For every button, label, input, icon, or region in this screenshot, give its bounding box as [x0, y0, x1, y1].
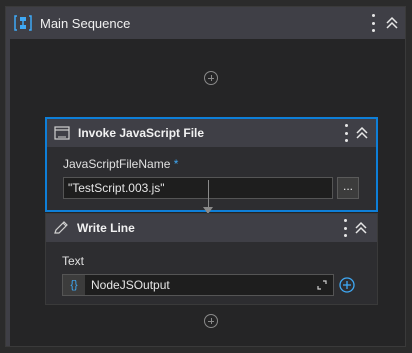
add-activity-top-icon[interactable]: [204, 71, 218, 85]
pencil-icon: [54, 221, 68, 234]
javascript-filename-label-text: JavaScriptFileName: [63, 157, 171, 171]
expand-icon[interactable]: [317, 280, 327, 290]
write-more-menu-icon[interactable]: [338, 219, 352, 237]
write-collapse-icon[interactable]: [354, 221, 368, 235]
collapse-icon[interactable]: [385, 16, 399, 30]
sequence-more-menu-icon[interactable]: [366, 14, 380, 32]
main-sequence-container: Main Sequence Invoke JavaScript File Jav…: [5, 6, 406, 347]
write-activity-title: Write Line: [77, 221, 135, 235]
text-field-label: Text: [62, 254, 85, 268]
sequence-icon: [14, 15, 32, 31]
text-input-value: NodeJSOutput: [91, 278, 170, 292]
sequence-header[interactable]: Main Sequence: [6, 7, 405, 39]
javascript-filename-input[interactable]: "TestScript.003.js": [63, 177, 333, 199]
write-line-activity[interactable]: Write Line Text {} NodeJSOutput: [45, 213, 378, 305]
sequence-title: Main Sequence: [40, 15, 131, 31]
browse-button[interactable]: ...: [337, 177, 359, 199]
invoke-collapse-icon[interactable]: [355, 126, 369, 140]
add-circle-icon[interactable]: [338, 276, 356, 294]
invoke-activity-header: Invoke JavaScript File: [47, 119, 376, 147]
variable-badge-icon: {}: [63, 275, 85, 295]
write-activity-header: Write Line: [46, 214, 377, 242]
required-marker: *: [173, 157, 179, 171]
invoke-more-menu-icon[interactable]: [339, 124, 353, 142]
text-input[interactable]: {} NodeJSOutput: [62, 274, 334, 296]
connector-line: [208, 180, 209, 208]
window-icon: [54, 126, 70, 140]
sequence-body: Invoke JavaScript File JavaScriptFileNam…: [6, 39, 405, 346]
invoke-javascript-file-activity[interactable]: Invoke JavaScript File JavaScriptFileNam…: [45, 117, 378, 212]
add-activity-bottom-icon[interactable]: [204, 314, 218, 328]
javascript-filename-label: JavaScriptFileName *: [63, 157, 178, 171]
javascript-filename-value: "TestScript.003.js": [68, 181, 165, 195]
invoke-activity-title: Invoke JavaScript File: [78, 126, 205, 140]
